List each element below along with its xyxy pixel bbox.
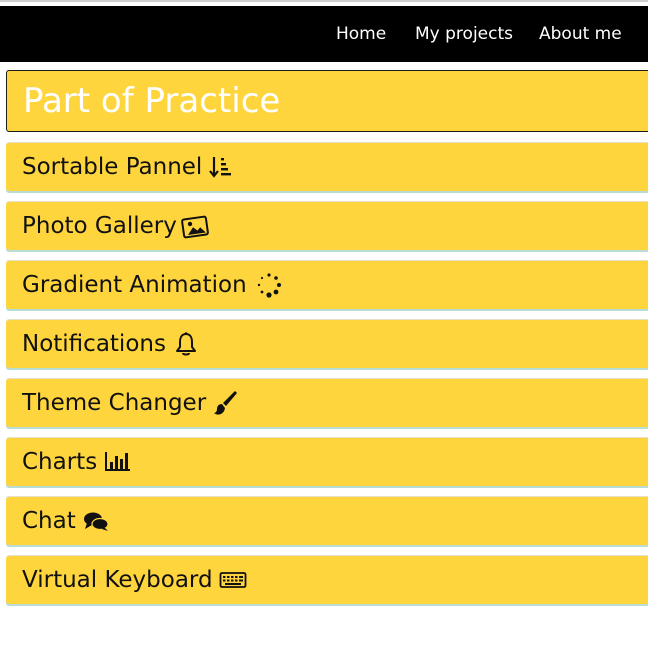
image-icon bbox=[180, 212, 209, 240]
spinner-icon bbox=[255, 271, 283, 299]
nav-my-projects-link[interactable]: My projects bbox=[415, 23, 513, 45]
project-item-label: Gradient Animation bbox=[22, 272, 247, 298]
nav-home-link[interactable]: Home bbox=[336, 23, 386, 45]
bar-chart-icon bbox=[103, 448, 131, 476]
page-title-bar: Part of Practice bbox=[6, 70, 648, 132]
sort-amount-icon bbox=[208, 153, 236, 181]
bell-icon bbox=[172, 330, 200, 358]
navbar: Home My projects About me bbox=[0, 6, 648, 62]
project-item-sortable-pannel[interactable]: Sortable Pannel bbox=[6, 143, 648, 191]
project-item-photo-gallery[interactable]: Photo Gallery bbox=[6, 202, 648, 250]
project-item-gradient-animation[interactable]: Gradient Animation bbox=[6, 261, 648, 309]
project-item-label: Theme Changer bbox=[22, 390, 207, 416]
keyboard-icon bbox=[219, 566, 247, 594]
project-item-virtual-keyboard[interactable]: Virtual Keyboard bbox=[6, 556, 648, 604]
nav-about-me-link[interactable]: About me bbox=[539, 23, 622, 45]
comments-icon bbox=[82, 507, 110, 535]
project-item-charts[interactable]: Charts bbox=[6, 438, 648, 486]
project-item-label: Photo Gallery bbox=[22, 213, 177, 239]
project-item-label: Chat bbox=[22, 508, 76, 534]
project-item-chat[interactable]: Chat bbox=[6, 497, 648, 545]
project-item-label: Notifications bbox=[22, 331, 166, 357]
page-title: Part of Practice bbox=[23, 81, 281, 121]
project-item-label: Charts bbox=[22, 449, 98, 475]
project-item-label: Sortable Pannel bbox=[22, 154, 203, 180]
project-item-theme-changer[interactable]: Theme Changer bbox=[6, 379, 648, 427]
project-item-notifications[interactable]: Notifications bbox=[6, 320, 648, 368]
paintbrush-icon bbox=[212, 389, 240, 417]
project-item-label: Virtual Keyboard bbox=[22, 567, 213, 593]
